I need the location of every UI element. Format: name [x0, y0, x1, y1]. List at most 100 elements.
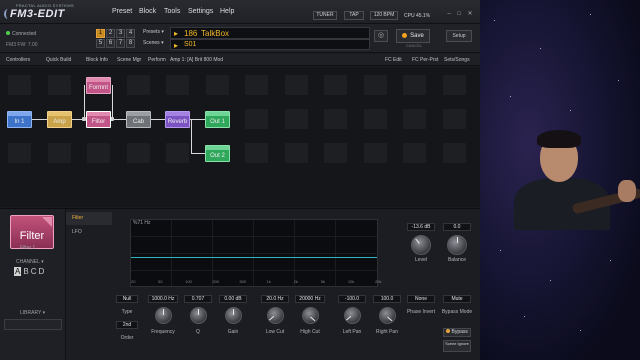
- tuner-button[interactable]: TUNER: [313, 11, 337, 20]
- high-cut-knob[interactable]: [302, 307, 319, 324]
- empty-grid-cell[interactable]: [324, 75, 347, 95]
- close-icon[interactable]: ✕: [467, 11, 473, 17]
- q-knob[interactable]: [190, 307, 207, 324]
- channel-a[interactable]: A: [14, 267, 22, 276]
- bpm-display[interactable]: 120 BPM: [370, 11, 398, 20]
- scene-button-4[interactable]: 4: [126, 29, 135, 38]
- channel-b[interactable]: B: [23, 267, 28, 276]
- empty-grid-cell[interactable]: [245, 143, 268, 163]
- empty-grid-cell[interactable]: [324, 143, 347, 163]
- frequency-knob[interactable]: [155, 307, 172, 324]
- channel-d[interactable]: D: [38, 267, 44, 276]
- block-out-2[interactable]: Out 2: [205, 145, 230, 162]
- block-in-1[interactable]: In 1: [7, 111, 32, 128]
- scene-ignore-button[interactable]: Scene Ignore: [443, 340, 471, 352]
- scene-button-6[interactable]: 6: [106, 39, 115, 48]
- scene-button-2[interactable]: 2: [106, 29, 115, 38]
- empty-grid-cell[interactable]: [442, 109, 466, 129]
- block-reverb[interactable]: Reverb: [165, 111, 190, 128]
- empty-grid-cell[interactable]: [403, 75, 426, 95]
- type-value[interactable]: Null: [116, 295, 138, 303]
- empty-grid-cell[interactable]: [126, 143, 150, 163]
- tab-fc-edit[interactable]: FC Edit: [385, 57, 402, 63]
- left-pan-value[interactable]: -100.0: [338, 295, 366, 303]
- frequency-value[interactable]: 1000.0 Hz: [148, 295, 178, 303]
- tab-fc-per-preset[interactable]: FC Per-Prst: [412, 57, 438, 63]
- scene-button-7[interactable]: 7: [116, 39, 125, 48]
- right-pan-knob[interactable]: [379, 307, 396, 324]
- empty-grid-cell[interactable]: [363, 109, 387, 129]
- block-amp[interactable]: Amp: [47, 111, 72, 128]
- left-pan-knob[interactable]: [344, 307, 361, 324]
- tap-button[interactable]: TAP: [344, 11, 364, 20]
- empty-grid-cell[interactable]: [205, 75, 229, 95]
- low-cut-value[interactable]: 20.0 Hz: [261, 295, 289, 303]
- gain-knob[interactable]: [225, 307, 242, 324]
- q-value[interactable]: 0.707: [184, 295, 212, 303]
- tab-sets-songs[interactable]: Sets/Songs: [444, 57, 470, 63]
- bypass-button[interactable]: Bypass: [443, 328, 471, 337]
- bypass-mode-value[interactable]: Mute: [443, 295, 471, 303]
- scene-button-1[interactable]: 1: [96, 29, 105, 38]
- empty-grid-cell[interactable]: [8, 75, 31, 95]
- empty-grid-cell[interactable]: [442, 75, 466, 95]
- preset-name-display[interactable]: ▸ 186 TalkBox: [170, 27, 370, 39]
- presets-dropdown[interactable]: Presets ▾: [143, 29, 164, 35]
- phase-invert-value[interactable]: None: [407, 295, 435, 303]
- channel-c[interactable]: C: [31, 267, 37, 276]
- scene-button-5[interactable]: 5: [96, 39, 105, 48]
- save-button[interactable]: Save: [396, 29, 430, 43]
- tab-block-info[interactable]: Block Info: [86, 57, 108, 63]
- menu-settings[interactable]: Settings: [188, 8, 213, 15]
- balance-knob[interactable]: [447, 235, 467, 255]
- block-formant[interactable]: Formnt: [86, 77, 111, 94]
- low-cut-knob[interactable]: [267, 307, 284, 324]
- empty-grid-cell[interactable]: [284, 75, 308, 95]
- empty-grid-cell[interactable]: [47, 75, 71, 95]
- block-out-1[interactable]: Out 1: [205, 111, 230, 128]
- subtab-lfo[interactable]: LFO: [66, 226, 112, 239]
- block-cab[interactable]: Cab: [126, 111, 151, 128]
- scene-button-3[interactable]: 3: [116, 29, 125, 38]
- scenes-dropdown[interactable]: Scenes ▾: [143, 40, 164, 46]
- maximize-icon[interactable]: □: [456, 11, 462, 17]
- menu-preset[interactable]: Preset: [112, 8, 132, 15]
- subtab-filter[interactable]: Filter: [66, 212, 112, 225]
- cancel-button[interactable]: CANCEL: [406, 43, 422, 48]
- block-filter[interactable]: Filter: [86, 111, 111, 128]
- empty-grid-cell[interactable]: [47, 143, 71, 163]
- order-value[interactable]: 2nd: [116, 321, 138, 329]
- menu-block[interactable]: Block: [139, 8, 156, 15]
- empty-grid-cell[interactable]: [324, 109, 347, 129]
- level-knob[interactable]: [411, 235, 431, 255]
- minimize-icon[interactable]: –: [446, 11, 452, 17]
- empty-grid-cell[interactable]: [442, 143, 466, 163]
- camera-icon[interactable]: ◎: [374, 30, 388, 42]
- empty-grid-cell[interactable]: [166, 75, 189, 95]
- menu-tools[interactable]: Tools: [164, 8, 180, 15]
- empty-grid-cell[interactable]: [284, 143, 308, 163]
- library-dropdown[interactable]: LIBRARY ▾: [20, 310, 45, 316]
- empty-grid-cell[interactable]: [166, 143, 189, 163]
- channel-dropdown[interactable]: CHANNEL ▾: [16, 259, 44, 265]
- empty-grid-cell[interactable]: [403, 143, 426, 163]
- empty-grid-cell[interactable]: [245, 75, 268, 95]
- menu-help[interactable]: Help: [220, 8, 234, 15]
- tab-scene-mgr[interactable]: Scene Mgr: [117, 57, 141, 63]
- routing-grid[interactable]: In 1 Amp Filter Cab Reverb Out 1 Formnt …: [0, 67, 480, 207]
- library-field[interactable]: [4, 319, 62, 330]
- empty-grid-cell[interactable]: [403, 109, 426, 129]
- empty-grid-cell[interactable]: [8, 143, 31, 163]
- empty-grid-cell[interactable]: [363, 75, 387, 95]
- empty-grid-cell[interactable]: [87, 143, 110, 163]
- empty-grid-cell[interactable]: [245, 109, 268, 129]
- filter-block-icon[interactable]: Filter: [10, 215, 54, 249]
- gain-value[interactable]: 0.00 dB: [219, 295, 247, 303]
- empty-grid-cell[interactable]: [284, 109, 308, 129]
- tab-perform[interactable]: Perform: [148, 57, 166, 63]
- empty-grid-cell[interactable]: [126, 75, 150, 95]
- tab-quick-build[interactable]: Quick Build: [46, 57, 71, 63]
- right-pan-value[interactable]: 100.0: [373, 295, 401, 303]
- tab-controllers[interactable]: Controllers: [6, 57, 30, 63]
- high-cut-value[interactable]: 20000 Hz: [295, 295, 325, 303]
